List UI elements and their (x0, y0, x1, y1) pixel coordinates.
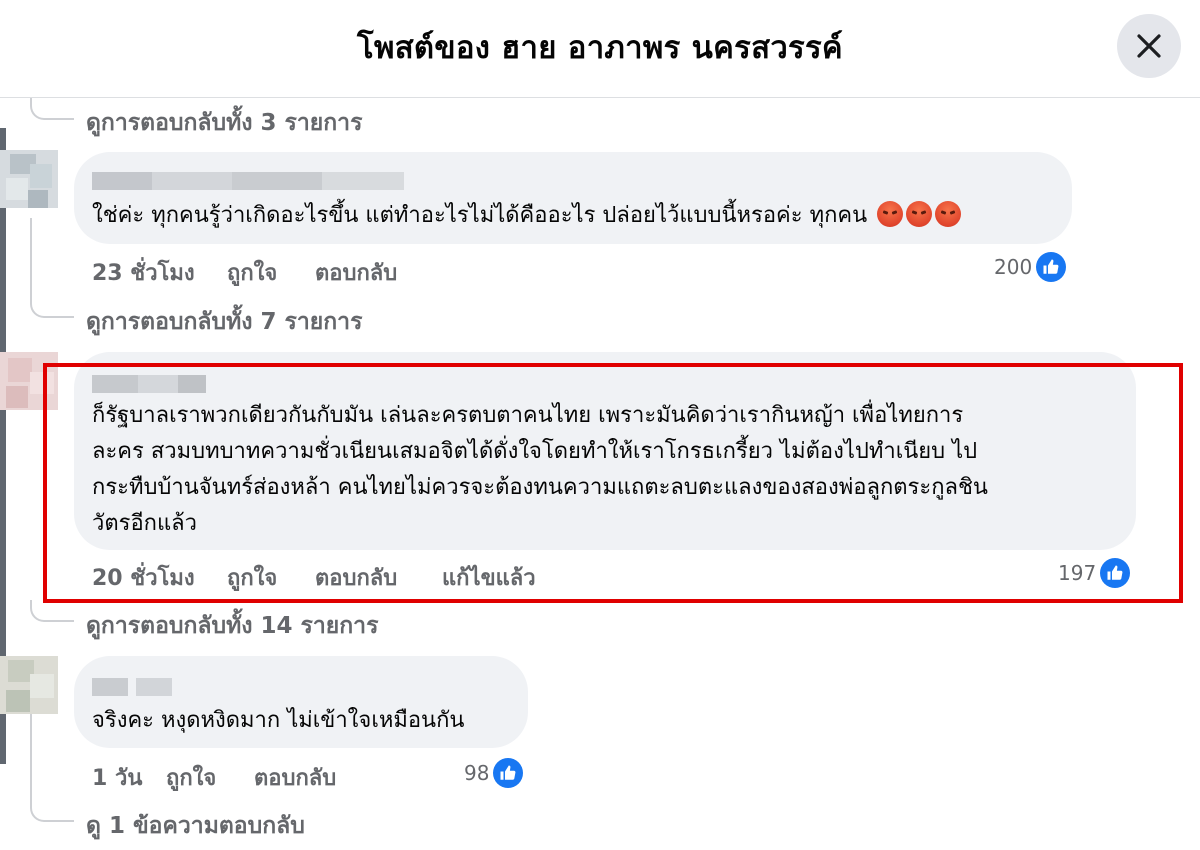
pouting-face-emoji (906, 201, 933, 227)
like-count: 200 (994, 255, 1033, 279)
thumbs-up-icon (1100, 558, 1131, 588)
reaction-count[interactable]: 197 (1058, 558, 1131, 588)
thread-connector (30, 98, 74, 120)
like-count: 197 (1058, 561, 1097, 585)
close-button[interactable] (1117, 14, 1181, 78)
avatar[interactable] (0, 656, 58, 714)
view-replies-link[interactable]: ดูการตอบกลับทั้ง 7 รายการ (86, 304, 362, 340)
view-replies-link[interactable]: ดู 1 ข้อความตอบกลับ (86, 808, 305, 844)
comment-timestamp[interactable]: 1 วัน (92, 760, 142, 795)
dialog-title: โพสต์ของ ฮาย อาภาพร นครสวรรค์ (357, 30, 843, 66)
thumbs-up-icon (1036, 252, 1067, 282)
comment-bubble: จริงคะ หงุดหงิดมาก ไม่เข้าใจเหมือนกัน (74, 656, 528, 748)
commenter-name-redacted[interactable] (92, 678, 172, 696)
comment-text: จริงคะ หงุดหงิดมาก ไม่เข้าใจเหมือนกัน (92, 708, 465, 733)
like-button[interactable]: ถูกใจ (227, 255, 277, 290)
pouting-face-emoji (935, 201, 962, 227)
thread-connector (30, 600, 74, 622)
reply-button[interactable]: ตอบกลับ (254, 760, 336, 795)
pouting-face-emoji (877, 201, 904, 227)
reaction-count[interactable]: 98 (464, 758, 524, 788)
comment-text: ก็รัฐบาลเราพวกเดียวกันกับมัน เล่นละครตบต… (92, 403, 988, 536)
like-button[interactable]: ถูกใจ (166, 760, 216, 795)
thread-connector (30, 714, 74, 822)
reply-button[interactable]: ตอบกลับ (315, 255, 397, 290)
comment-actions: 23 ชั่วโมง ถูกใจ ตอบกลับ (92, 255, 492, 287)
avatar[interactable] (0, 150, 58, 208)
thumbs-up-icon (493, 758, 524, 788)
view-replies-link[interactable]: ดูการตอบกลับทั้ง 3 รายการ (86, 105, 362, 141)
comment-text: ใช่ค่ะ ทุกคนรู้ว่าเกิดอะไรขึ้น แต่ทำอะไร… (92, 198, 962, 234)
avatar[interactable] (0, 352, 58, 410)
commenter-name-redacted[interactable] (92, 172, 404, 190)
close-icon (1137, 34, 1161, 58)
reply-button[interactable]: ตอบกลับ (315, 560, 397, 595)
comment-actions: 20 ชั่วโมง ถูกใจ ตอบกลับ แก้ไขแล้ว (92, 560, 592, 592)
comment-bubble: ก็รัฐบาลเราพวกเดียวกันกับมัน เล่นละครตบต… (74, 352, 1136, 550)
comment-actions: 1 วัน ถูกใจ ตอบกลับ (92, 760, 392, 792)
like-count: 98 (464, 761, 490, 785)
edited-label: แก้ไขแล้ว (442, 566, 536, 591)
commenter-name-redacted[interactable] (92, 375, 206, 393)
comment-timestamp[interactable]: 20 ชั่วโมง (92, 560, 195, 595)
reaction-count[interactable]: 200 (994, 252, 1067, 282)
view-replies-link[interactable]: ดูการตอบกลับทั้ง 14 รายการ (86, 608, 378, 644)
thread-connector (30, 218, 74, 318)
comment-timestamp[interactable]: 23 ชั่วโมง (92, 255, 195, 290)
like-button[interactable]: ถูกใจ (227, 560, 277, 595)
dialog-header: โพสต์ของ ฮาย อาภาพร นครสวรรค์ (0, 0, 1200, 98)
comment-bubble: ใช่ค่ะ ทุกคนรู้ว่าเกิดอะไรขึ้น แต่ทำอะไร… (74, 152, 1072, 244)
